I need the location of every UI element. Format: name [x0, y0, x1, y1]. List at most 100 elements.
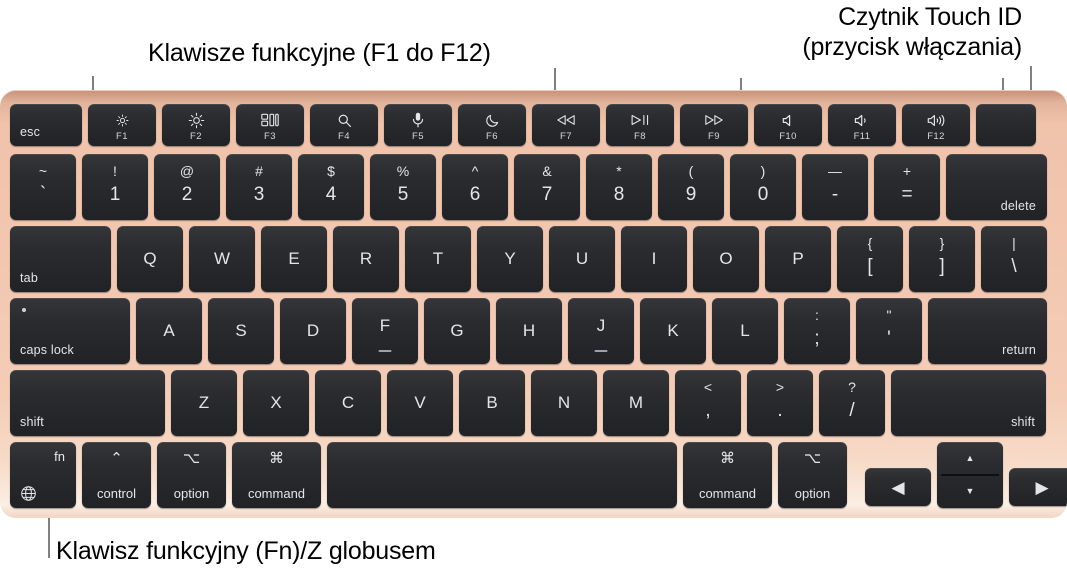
- key-quote[interactable]: " ': [856, 298, 922, 364]
- key-comma-shift-label: <: [703, 379, 713, 396]
- key-semicolon[interactable]: : ;: [784, 298, 850, 364]
- brightness-low-icon: [88, 112, 156, 128]
- key-s[interactable]: S: [208, 298, 274, 364]
- key-control[interactable]: ⌃ control: [82, 442, 151, 508]
- key-f9-fast-forward[interactable]: F9: [680, 104, 748, 146]
- key-arrow-up[interactable]: ▲: [937, 442, 1003, 475]
- key-1-base-label: 1: [109, 184, 121, 206]
- key-c[interactable]: C: [315, 370, 381, 436]
- key-a[interactable]: A: [136, 298, 202, 364]
- key-1[interactable]: ! 1: [82, 154, 148, 220]
- key-f12-volume-up[interactable]: F12: [902, 104, 970, 146]
- key-b[interactable]: B: [459, 370, 525, 436]
- key-shift-left[interactable]: shift: [10, 370, 165, 436]
- key-w[interactable]: W: [189, 226, 255, 292]
- key-d[interactable]: D: [280, 298, 346, 364]
- key-e[interactable]: E: [261, 226, 327, 292]
- key-f10-mute[interactable]: F10: [754, 104, 822, 146]
- key-equals-shift-label: +: [902, 163, 912, 180]
- key-caps-lock[interactable]: caps lock: [10, 298, 130, 364]
- key-3[interactable]: # 3: [226, 154, 292, 220]
- key-return[interactable]: return: [928, 298, 1047, 364]
- key-4-shift-label: $: [327, 163, 335, 180]
- key-bracket-left[interactable]: { [: [837, 226, 903, 292]
- key-f1-brightness-down[interactable]: F1: [88, 104, 156, 146]
- key-h[interactable]: H: [496, 298, 562, 364]
- key-period[interactable]: > .: [747, 370, 813, 436]
- key-z[interactable]: Z: [171, 370, 237, 436]
- key-space-bar[interactable]: [327, 442, 677, 508]
- key-comma[interactable]: < ,: [675, 370, 741, 436]
- key-f5-dictation[interactable]: F5: [384, 104, 452, 146]
- key-f7-rewind[interactable]: F7: [532, 104, 600, 146]
- key-t[interactable]: T: [405, 226, 471, 292]
- key-option-right[interactable]: ⌥ option: [778, 442, 847, 508]
- key-u[interactable]: U: [549, 226, 615, 292]
- qwerty-key-row: tab Q W E R T Y U I O P { [ } ] | \: [10, 226, 1057, 292]
- arrow-down-icon: ▼: [965, 486, 975, 496]
- key-m[interactable]: M: [603, 370, 669, 436]
- key-fn-globe[interactable]: fn: [10, 442, 76, 508]
- key-i[interactable]: I: [621, 226, 687, 292]
- home-row-bump-indicator-icon: [594, 350, 608, 352]
- key-command-left[interactable]: ⌘ command: [232, 442, 321, 508]
- key-command-right[interactable]: ⌘ command: [683, 442, 772, 508]
- key-slash[interactable]: ? /: [819, 370, 885, 436]
- key-l[interactable]: L: [712, 298, 778, 364]
- key-0[interactable]: ) 0: [730, 154, 796, 220]
- key-f4-spotlight[interactable]: F4: [310, 104, 378, 146]
- key-f6-do-not-disturb[interactable]: F6: [458, 104, 526, 146]
- key-8-shift-label: *: [616, 163, 622, 180]
- key-delete[interactable]: delete: [946, 154, 1047, 220]
- key-g-label: G: [450, 321, 464, 340]
- key-v[interactable]: V: [387, 370, 453, 436]
- callout-touch-id-line2: (przycisk włączania): [802, 33, 1022, 61]
- key-f[interactable]: F: [352, 298, 418, 364]
- key-6[interactable]: ^ 6: [442, 154, 508, 220]
- key-q[interactable]: Q: [117, 226, 183, 292]
- key-touch-id-power-button[interactable]: [976, 104, 1036, 146]
- key-arrow-left[interactable]: ◀: [865, 468, 931, 506]
- key-k[interactable]: K: [640, 298, 706, 364]
- key-7[interactable]: & 7: [514, 154, 580, 220]
- key-shift-right[interactable]: shift: [891, 370, 1046, 436]
- key-u-label: U: [575, 249, 589, 268]
- key-f3-mission-control[interactable]: F3: [236, 104, 304, 146]
- key-esc[interactable]: esc: [10, 104, 82, 146]
- key-arrow-up-down-cluster[interactable]: ▲ ▼: [937, 442, 1003, 508]
- key-slash-base-label: /: [849, 400, 855, 422]
- key-o[interactable]: O: [693, 226, 759, 292]
- key-bracket-right[interactable]: } ]: [909, 226, 975, 292]
- key-y[interactable]: Y: [477, 226, 543, 292]
- key-j[interactable]: J: [568, 298, 634, 364]
- key-backslash[interactable]: | \: [981, 226, 1047, 292]
- key-minus-shift-label: —: [828, 163, 842, 180]
- key-f8-play-pause[interactable]: F8: [606, 104, 674, 146]
- key-f6-label: F6: [486, 131, 498, 142]
- key-5[interactable]: % 5: [370, 154, 436, 220]
- key-minus-base-label: -: [831, 184, 839, 206]
- key-n[interactable]: N: [531, 370, 597, 436]
- key-p[interactable]: P: [765, 226, 831, 292]
- key-option-left[interactable]: ⌥ option: [157, 442, 226, 508]
- key-x[interactable]: X: [243, 370, 309, 436]
- key-r[interactable]: R: [333, 226, 399, 292]
- key-tab[interactable]: tab: [10, 226, 111, 292]
- key-9[interactable]: ( 9: [658, 154, 724, 220]
- key-backtick[interactable]: ~ `: [10, 154, 76, 220]
- key-equals[interactable]: + =: [874, 154, 940, 220]
- number-key-row: ~ ` ! 1 @ 2 # 3 $ 4 % 5 ^ 6 & 7 * 8 (9 …: [10, 154, 1057, 220]
- key-g[interactable]: G: [424, 298, 490, 364]
- key-2[interactable]: @ 2: [154, 154, 220, 220]
- key-f11-volume-down[interactable]: F11: [828, 104, 896, 146]
- key-minus[interactable]: — -: [802, 154, 868, 220]
- key-4[interactable]: $ 4: [298, 154, 364, 220]
- key-arrow-right[interactable]: ▶: [1009, 468, 1067, 506]
- key-arrow-down[interactable]: ▼: [937, 475, 1003, 508]
- brightness-high-icon: [162, 112, 230, 128]
- key-return-label: return: [1002, 343, 1036, 357]
- key-8[interactable]: * 8: [586, 154, 652, 220]
- key-2-base-label: 2: [181, 184, 193, 206]
- key-s-label: S: [235, 321, 247, 340]
- key-f2-brightness-up[interactable]: F2: [162, 104, 230, 146]
